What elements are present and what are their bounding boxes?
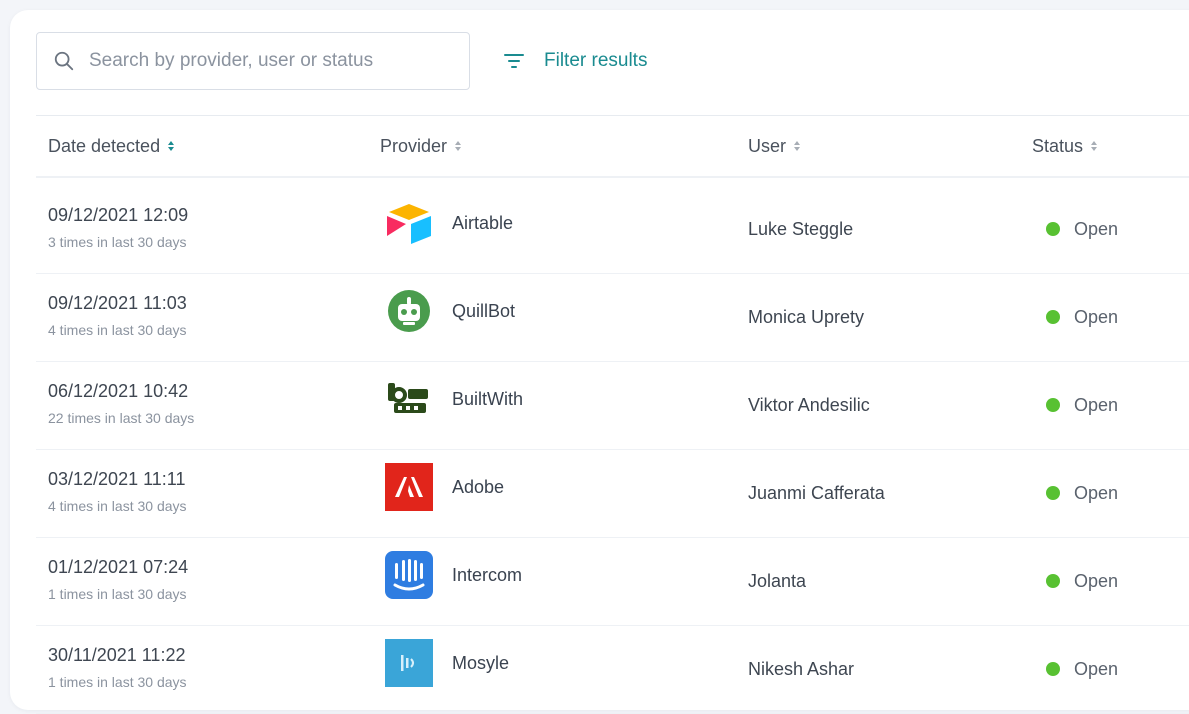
table-row[interactable]: 09/12/2021 12:09 3 times in last 30 days… [36,185,1189,274]
row-status: Open [1074,218,1119,239]
sort-icon [794,141,801,151]
row-date: 30/11/2021 11:22 [48,645,186,665]
row-status: Open [1074,306,1119,327]
filter-results-label: Filter results [544,50,648,71]
row-frequency: 4 times in last 30 days [48,498,187,514]
row-date: 09/12/2021 12:09 [48,205,189,225]
airtable-logo-icon [384,201,434,245]
builtwith-logo-icon [384,377,434,421]
row-provider: Intercom [384,551,523,599]
row-provider-name: Airtable [452,212,514,233]
mosyle-logo-icon [384,639,434,687]
status-badge: Open [1046,449,1118,537]
sort-icon [168,141,175,151]
row-date: 03/12/2021 11:11 [48,469,186,489]
row-frequency: 1 times in last 30 days [48,674,187,690]
table-row[interactable]: 06/12/2021 10:42 22 times in last 30 day… [36,361,1189,450]
column-header-date[interactable]: Date detected [48,116,175,176]
row-user: Juanmi Cafferata [748,483,885,503]
table-row[interactable]: 30/11/2021 11:22 1 times in last 30 days… [36,625,1189,714]
status-badge: Open [1046,361,1118,449]
row-provider-name: BuiltWith [452,388,524,409]
filter-results-button[interactable]: Filter results [502,49,647,73]
status-open-icon [1046,310,1060,324]
status-open-icon [1046,486,1060,500]
row-date: 09/12/2021 11:03 [48,293,187,313]
row-provider: Adobe [384,463,505,511]
row-provider-name: Adobe [452,476,505,497]
row-user: Viktor Andesilic [748,395,870,415]
row-provider: Airtable [384,201,513,245]
table-header: Date detected Provider User Status [36,116,1189,178]
adobe-logo-icon [384,463,434,511]
row-frequency: 3 times in last 30 days [48,234,187,250]
row-provider-name: Intercom [452,564,523,585]
row-user: Monica Uprety [748,307,865,327]
row-provider-name: QuillBot [452,300,516,321]
filter-icon [504,54,524,68]
column-header-date-label: Date detected [48,136,161,156]
row-user: Jolanta [748,571,807,591]
column-header-user-label: User [748,136,787,156]
column-header-user[interactable]: User [748,116,801,176]
status-open-icon [1046,662,1060,676]
row-status: Open [1074,482,1119,503]
row-status: Open [1074,394,1119,415]
column-header-provider[interactable]: Provider [380,116,462,176]
row-status: Open [1074,658,1119,679]
row-provider: Mosyle [384,639,510,687]
row-provider-name: Mosyle [452,652,510,673]
status-open-icon [1046,574,1060,588]
status-badge: Open [1046,185,1118,273]
status-open-icon [1046,222,1060,236]
search-box[interactable] [36,32,470,90]
search-icon [54,51,74,71]
row-frequency: 1 times in last 30 days [48,586,187,602]
table-row[interactable]: 01/12/2021 07:24 1 times in last 30 days… [36,537,1189,626]
intercom-logo-icon [384,551,434,599]
row-frequency: 22 times in last 30 days [48,410,195,426]
table-row[interactable]: 09/12/2021 11:03 4 times in last 30 days… [36,273,1189,362]
column-header-status-label: Status [1032,136,1084,156]
status-badge: Open [1046,625,1118,713]
row-user: Nikesh Ashar [748,659,855,679]
row-frequency: 4 times in last 30 days [48,322,187,338]
column-header-provider-label: Provider [380,136,448,156]
sort-icon [1091,141,1098,151]
status-open-icon [1046,398,1060,412]
quillbot-logo-icon [384,289,434,333]
row-date: 06/12/2021 10:42 [48,381,189,401]
row-date: 01/12/2021 07:24 [48,557,189,577]
sort-icon [455,141,462,151]
search-input[interactable] [87,49,451,73]
table-row[interactable]: 03/12/2021 11:11 4 times in last 30 days… [36,449,1189,538]
column-header-status[interactable]: Status [1032,116,1098,176]
row-status: Open [1074,570,1119,591]
toolbar: Filter results [36,30,647,92]
row-provider: QuillBot [384,289,515,333]
status-badge: Open [1046,273,1118,361]
row-user: Luke Steggle [748,219,854,239]
status-badge: Open [1046,537,1118,625]
row-provider: BuiltWith [384,377,523,421]
